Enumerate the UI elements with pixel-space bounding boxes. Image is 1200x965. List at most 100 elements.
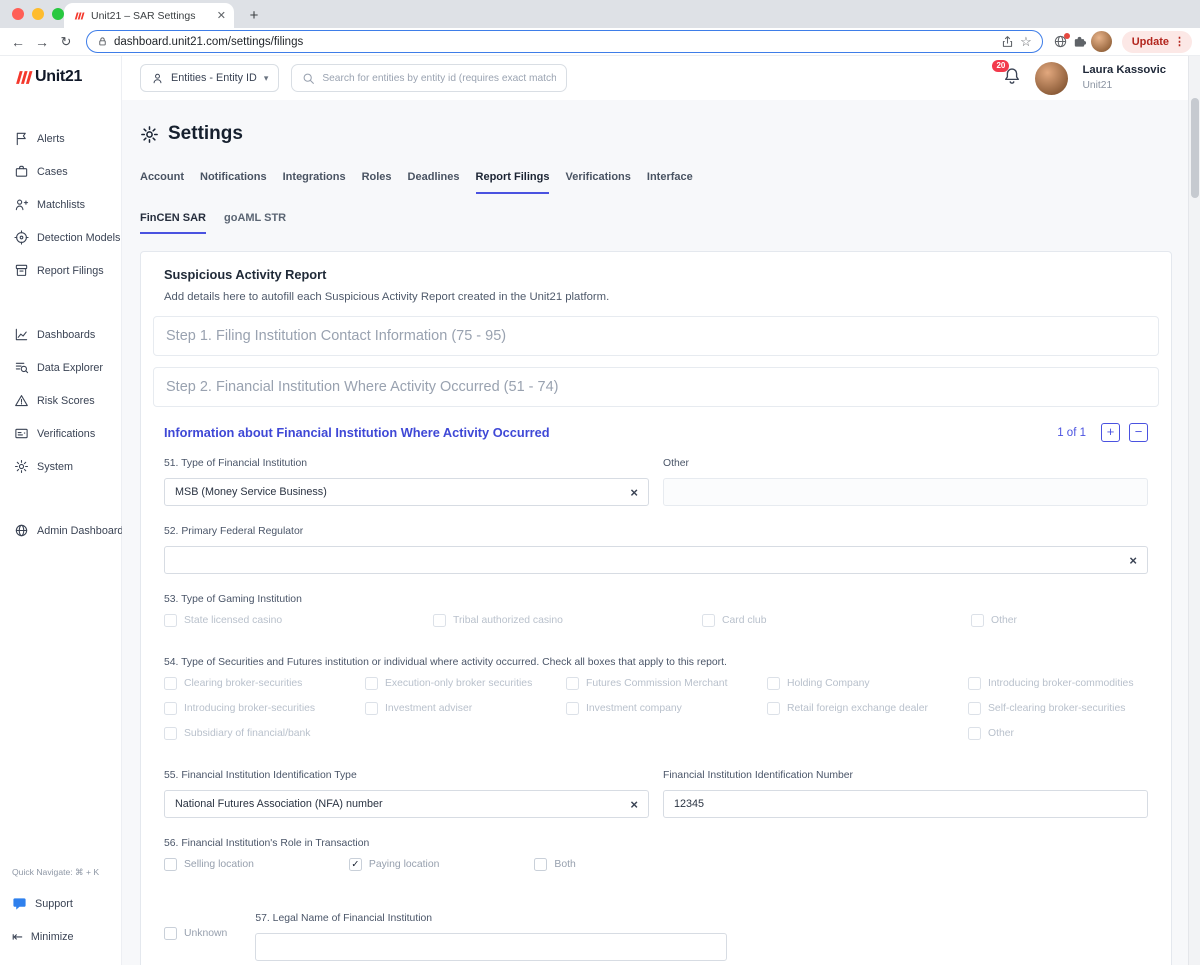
- extensions-puzzle-icon[interactable]: [1072, 34, 1087, 49]
- extension-globe-icon[interactable]: [1053, 33, 1070, 49]
- tab-verifications[interactable]: Verifications: [565, 171, 630, 194]
- briefcase-icon: [15, 165, 28, 177]
- clear-icon[interactable]: ×: [630, 486, 638, 499]
- subtab-fincen-sar[interactable]: FinCEN SAR: [140, 212, 206, 234]
- checkbox-option[interactable]: Subsidiary of financial/bank: [164, 727, 365, 740]
- checkbox-option[interactable]: Self-clearing broker-securities: [968, 702, 1148, 715]
- sidebar-item-matchlists[interactable]: Matchlists: [0, 188, 121, 221]
- sidebar-item-verifications[interactable]: Verifications: [0, 417, 121, 450]
- browser-window: Unit21 – SAR Settings ✕ + ← → ↻ dashboar…: [0, 0, 1200, 965]
- tab-deadlines[interactable]: Deadlines: [408, 171, 460, 194]
- checkbox-label: Holding Company: [787, 678, 870, 689]
- remove-instance-button[interactable]: −: [1129, 423, 1148, 442]
- sidebar-item-label: Alerts: [37, 132, 65, 145]
- support-button[interactable]: Support: [12, 896, 109, 911]
- checkbox-option[interactable]: Clearing broker-securities: [164, 677, 365, 690]
- step1-accordion-header[interactable]: Step 1. Filing Institution Contact Infor…: [153, 316, 1159, 356]
- tab-report-filings[interactable]: Report Filings: [475, 171, 550, 194]
- browser-tab[interactable]: Unit21 – SAR Settings ✕: [64, 3, 234, 28]
- sidebar-item-cases[interactable]: Cases: [0, 155, 121, 188]
- checkbox-option[interactable]: Holding Company: [767, 677, 968, 690]
- checkbox-option[interactable]: Execution-only broker securities: [365, 677, 566, 690]
- sidebar-item-label: Matchlists: [37, 198, 85, 211]
- user-avatar[interactable]: [1035, 61, 1069, 95]
- sidebar-item-admin-dashboard[interactable]: Admin Dashboard: [0, 514, 123, 547]
- checkbox-label: Retail foreign exchange dealer: [787, 703, 928, 714]
- field-52: 52. Primary Federal Regulator ×: [153, 526, 1159, 574]
- checkbox-option[interactable]: Tribal authorized casino: [433, 614, 702, 627]
- checkbox-option-selling-location[interactable]: Selling location: [164, 858, 254, 871]
- checkbox-option[interactable]: Other: [971, 614, 1148, 627]
- user-name: Laura Kassovic: [1082, 64, 1166, 77]
- close-window-button[interactable]: [12, 8, 24, 20]
- step2-accordion-header[interactable]: Step 2. Financial Institution Where Acti…: [153, 367, 1159, 407]
- sidebar-item-system[interactable]: System: [0, 450, 121, 483]
- scrollbar-thumb[interactable]: [1191, 98, 1199, 198]
- minimize-sidebar-button[interactable]: ⇤ Minimize: [12, 929, 109, 945]
- field-51-label: 51. Type of Financial Institution: [164, 458, 308, 469]
- checkbox-option-paying-location[interactable]: Paying location: [348, 858, 439, 871]
- field-57-input[interactable]: [255, 933, 728, 961]
- sidebar-item-data-explorer[interactable]: Data Explorer: [0, 351, 121, 384]
- new-tab-button[interactable]: +: [244, 7, 264, 24]
- browser-profile-avatar[interactable]: [1090, 31, 1112, 52]
- checkbox-option[interactable]: Investment company: [566, 702, 767, 715]
- checkbox-option-unknown[interactable]: Unknown: [164, 927, 227, 940]
- add-instance-button[interactable]: +: [1101, 423, 1120, 442]
- checkbox-option[interactable]: Card club: [702, 614, 971, 627]
- sidebar-item-dashboards[interactable]: Dashboards: [0, 318, 121, 351]
- clear-icon[interactable]: ×: [1129, 554, 1137, 567]
- address-bar[interactable]: dashboard.unit21.com/settings/filings ☆: [86, 30, 1043, 53]
- back-button[interactable]: ←: [8, 34, 28, 50]
- tab-close-icon[interactable]: ✕: [217, 9, 226, 22]
- checkbox: [968, 677, 981, 690]
- checkbox-option[interactable]: Futures Commission Merchant: [566, 677, 767, 690]
- entity-type-dropdown[interactable]: Entities - Entity ID ▾: [140, 64, 280, 92]
- checkbox: [365, 702, 378, 715]
- checkbox-option[interactable]: Retail foreign exchange dealer: [767, 702, 968, 715]
- tab-notifications[interactable]: Notifications: [200, 171, 267, 194]
- sar-subtitle: Add details here to autofill each Suspic…: [164, 291, 610, 303]
- subtab-goaml-str[interactable]: goAML STR: [224, 212, 286, 234]
- checkbox-option[interactable]: Other: [968, 727, 1148, 740]
- checkbox-option[interactable]: Introducing broker-commodities: [968, 677, 1148, 690]
- checkbox-label: Introducing broker-commodities: [988, 678, 1134, 689]
- field-55-number-input[interactable]: [663, 790, 1148, 818]
- browser-menu-icon[interactable]: ⋮: [1174, 35, 1185, 48]
- notification-count-badge: 20: [992, 59, 1010, 72]
- field-51-other-input[interactable]: [663, 478, 1148, 506]
- step1-title: Step 1. Filing Institution Contact Infor…: [166, 328, 507, 344]
- sidebar-item-report-filings[interactable]: Report Filings: [0, 254, 121, 287]
- checkbox-option[interactable]: State licensed casino: [164, 614, 433, 627]
- checkbox: [767, 702, 780, 715]
- sidebar-item-detection-models[interactable]: Detection Models: [0, 221, 121, 254]
- share-icon[interactable]: [1001, 35, 1014, 48]
- sidebar-item-risk-scores[interactable]: Risk Scores: [0, 384, 121, 417]
- sidebar-item-alerts[interactable]: Alerts: [0, 122, 121, 155]
- sidebar-item-label: Cases: [37, 165, 68, 178]
- checkbox: [164, 858, 177, 871]
- field-52-select[interactable]: ×: [164, 546, 1148, 574]
- tab-interface[interactable]: Interface: [647, 171, 693, 194]
- unit21-favicon: [74, 11, 85, 20]
- field-51-select[interactable]: MSB (Money Service Business) ×: [164, 478, 649, 506]
- entity-search-input[interactable]: [322, 72, 557, 84]
- forward-button[interactable]: →: [32, 34, 52, 50]
- minimize-window-button[interactable]: [32, 8, 44, 20]
- notifications-bell[interactable]: 20: [992, 59, 1021, 90]
- bookmark-star-icon[interactable]: ☆: [1020, 34, 1032, 50]
- checkbox-option[interactable]: Investment adviser: [365, 702, 566, 715]
- entity-search[interactable]: [291, 64, 568, 92]
- checkbox-option-both[interactable]: Both: [534, 858, 576, 871]
- zoom-window-button[interactable]: [52, 8, 64, 20]
- reload-button[interactable]: ↻: [56, 34, 76, 50]
- checkbox-option[interactable]: Introducing broker-securities: [164, 702, 365, 715]
- tab-roles[interactable]: Roles: [362, 171, 392, 194]
- field-55-select[interactable]: National Futures Association (NFA) numbe…: [164, 790, 649, 818]
- tab-integrations[interactable]: Integrations: [283, 171, 346, 194]
- entity-dropdown-label: Entities - Entity ID: [171, 72, 257, 84]
- unit21-logo[interactable]: Unit21: [0, 68, 121, 86]
- tab-account[interactable]: Account: [140, 171, 184, 194]
- browser-update-button[interactable]: Update ⋮: [1121, 30, 1192, 53]
- clear-icon[interactable]: ×: [630, 798, 638, 811]
